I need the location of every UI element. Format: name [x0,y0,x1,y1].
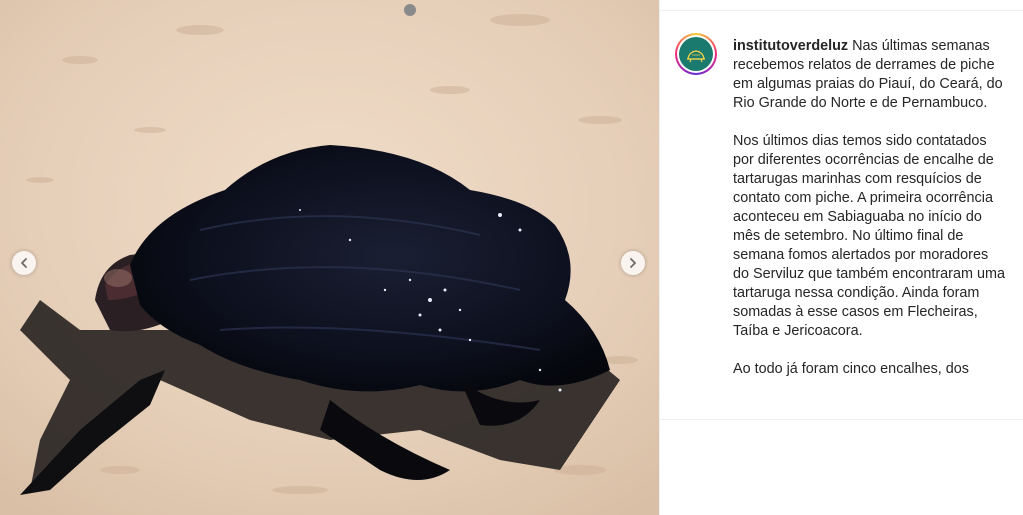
caption-paragraph: Ao todo já foram cinco encalhes, dos [733,361,969,377]
username-link[interactable]: institutoverdeluz [733,38,848,54]
instagram-post: institutoverdeluz Nas últimas semanas re… [0,0,1023,515]
caption-paragraph: Nos últimos dias temos sido contatados p… [733,133,1005,339]
chevron-left-icon [21,258,27,268]
post-sidebar: institutoverdeluz Nas últimas semanas re… [659,0,1023,515]
chevron-right-icon [630,258,636,268]
caption-paragraph: institutoverdeluz Nas últimas semanas re… [733,37,1005,113]
carousel-next-button[interactable] [621,251,645,275]
post-photo[interactable] [0,0,659,515]
divider [660,419,1023,420]
caption-scroll-area[interactable]: institutoverdeluz Nas últimas semanas re… [660,11,1023,419]
carousel-prev-button[interactable] [12,251,36,275]
turtle-on-beach-photo [0,0,659,515]
turtle-logo-icon [687,50,705,63]
avatar-logo [679,37,713,71]
avatar[interactable] [675,33,717,75]
post-caption: institutoverdeluz Nas últimas semanas re… [733,37,1005,398]
